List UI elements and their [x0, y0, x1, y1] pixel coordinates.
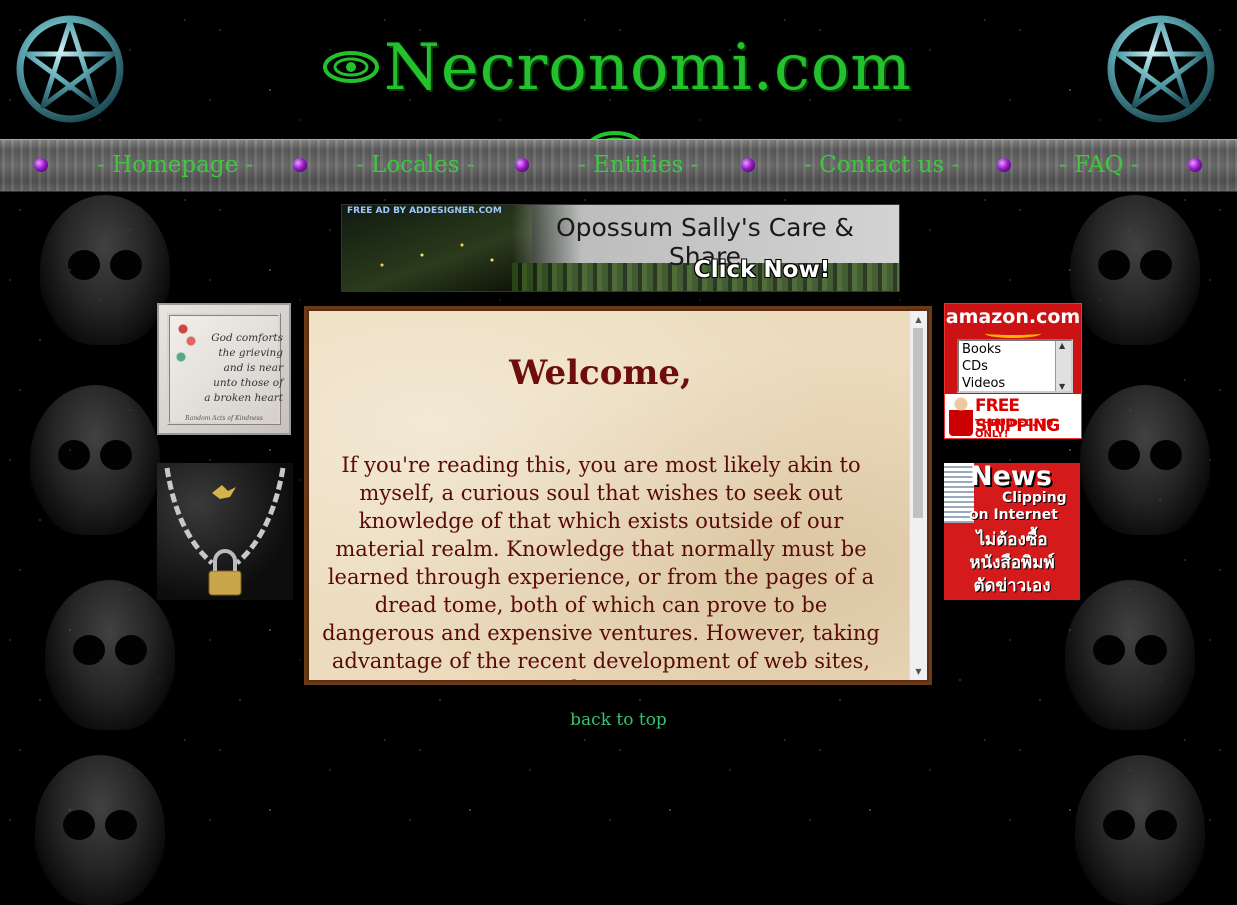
amazon-category-list[interactable]: Books CDs Videos	[957, 339, 1073, 393]
nav-contact-us[interactable]: - Contact us -	[804, 140, 959, 191]
chain-lock-image[interactable]	[157, 463, 293, 600]
banner-ad[interactable]: FREE AD BY ADDESIGNER.COM Opossum Sally'…	[341, 204, 900, 292]
nav-homepage[interactable]: - Homepage -	[97, 140, 253, 191]
amazon-ad[interactable]: amazon.com Books CDs Videos FREE SHIPPIN…	[944, 303, 1082, 439]
news-title: News	[970, 463, 1052, 492]
welcome-heading: Welcome,	[509, 353, 692, 393]
news-subtitle: on Internet	[969, 507, 1058, 523]
comfort-poem-image[interactable]: God comforts the grieving and is near un…	[157, 303, 291, 435]
news-clipping-ad[interactable]: News Clipping on Internet ไม่ต้องซื้อ หน…	[944, 463, 1080, 600]
content-scroll-area[interactable]: Welcome, If you're reading this, you are…	[309, 311, 910, 680]
news-thai-text: ไม่ต้องซื้อ หนังสือพิมพ์ ตัดข่าวเอง	[969, 530, 1055, 596]
nav-faq[interactable]: - FAQ -	[1059, 140, 1139, 191]
back-to-top-link[interactable]: back to top	[0, 710, 1237, 730]
eye-icon	[322, 50, 379, 83]
ad-click-now: Click Now!	[693, 257, 831, 283]
content-frame: Welcome, If you're reading this, you are…	[304, 306, 932, 685]
ad-credit: FREE AD BY ADDESIGNER.COM	[347, 206, 502, 216]
scroll-up-arrow-icon[interactable]: ▲	[910, 311, 927, 328]
purple-orb-icon	[997, 158, 1011, 172]
shipping-deadline: THRU DEC. 10 ONLY!	[975, 418, 1054, 439]
list-scrollbar[interactable]	[1055, 341, 1071, 391]
content-scrollbar[interactable]: ▲ ▼	[909, 311, 927, 680]
news-subtitle: Clipping	[1002, 490, 1067, 506]
bridge-image	[342, 205, 532, 291]
poem-caption: Random Acts of Kindness	[185, 415, 263, 422]
nav-bar: - Homepage - - Locales - - Entities - - …	[0, 139, 1237, 192]
person-icon	[949, 396, 973, 436]
amazon-smile-icon	[985, 329, 1041, 338]
welcome-body: If you're reading this, you are most lik…	[322, 453, 880, 680]
pentagram-icon	[1107, 15, 1215, 123]
nav-locales[interactable]: - Locales -	[356, 140, 475, 191]
scroll-down-arrow-icon[interactable]: ▼	[910, 663, 927, 680]
pentagram-icon	[16, 15, 124, 123]
poem-text: God comforts the grieving and is near un…	[204, 332, 283, 404]
purple-orb-icon	[34, 158, 48, 172]
purple-orb-icon	[515, 158, 529, 172]
purple-orb-icon	[741, 158, 755, 172]
site-logo[interactable]: Necronomi.com	[300, 28, 930, 163]
purple-orb-icon	[1188, 158, 1202, 172]
site-title: Necronomi.com	[383, 31, 913, 105]
nav-entities[interactable]: - Entities -	[578, 140, 698, 191]
purple-orb-icon	[293, 158, 307, 172]
scroll-thumb[interactable]	[913, 328, 923, 518]
